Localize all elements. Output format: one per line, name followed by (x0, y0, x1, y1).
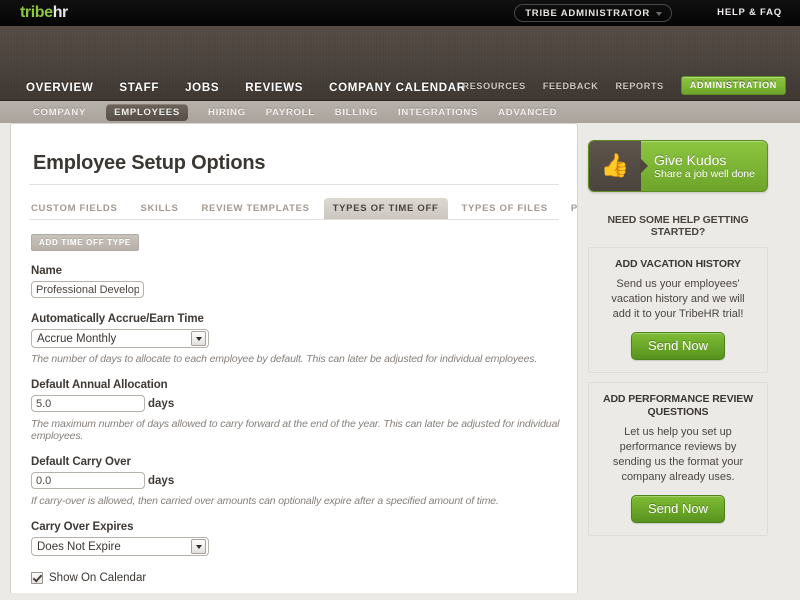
subnav-item-employees[interactable]: EMPLOYEES (106, 103, 188, 121)
annual-allocation-input[interactable] (31, 395, 145, 413)
carry-over-row: days (31, 472, 577, 490)
sub-nav-items: COMPANY EMPLOYEES HIRING PAYROLL BILLING… (33, 103, 557, 121)
logo-text-hr: hr (52, 4, 69, 21)
add-performance-review-send-button[interactable]: Send Now (631, 495, 725, 523)
main-nav-secondary-items: RESOURCES FEEDBACK REPORTS ADMINISTRATIO… (463, 76, 786, 95)
nav-item-company-calendar[interactable]: COMPANY CALENDAR (329, 82, 466, 94)
subnav-item-integrations[interactable]: INTEGRATIONS (398, 107, 478, 118)
subnav-item-payroll[interactable]: PAYROLL (266, 107, 315, 118)
time-off-type-form: Name Automatically Accrue/Earn Time Accr… (31, 265, 577, 593)
sub-nav-bar: COMPANY EMPLOYEES HIRING PAYROLL BILLING… (0, 101, 800, 123)
right-sidebar: 👍 Give Kudos Share a job well done NEED … (588, 140, 788, 536)
annual-allocation-label: Default Annual Allocation (31, 379, 168, 391)
give-kudos-button[interactable]: 👍 Give Kudos Share a job well done (588, 140, 768, 192)
main-nav-items: OVERVIEW STAFF JOBS REVIEWS COMPANY CALE… (26, 82, 466, 94)
help-faq-link[interactable]: HELP & FAQ (717, 7, 782, 18)
nav-item-reviews[interactable]: REVIEWS (245, 82, 303, 94)
tab-types-of-files[interactable]: TYPES OF FILES (460, 199, 550, 218)
carry-over-expires-value: Does Not Expire (37, 540, 121, 553)
give-kudos-subtitle: Share a job well done (654, 167, 755, 180)
give-kudos-title: Give Kudos (654, 151, 727, 168)
add-vacation-history-body: Send us your employees' vacation history… (611, 278, 745, 320)
accrue-hint: The number of days to allocate to each e… (31, 353, 538, 365)
annual-allocation-hint: The maximum number of days allowed to ca… (31, 418, 560, 442)
name-input[interactable] (31, 281, 144, 299)
add-performance-review-body: Let us help you set up performance revie… (612, 426, 744, 483)
thumbs-up-icon: 👍 (589, 141, 648, 191)
subnav-item-billing[interactable]: BILLING (335, 107, 378, 118)
account-menu-button[interactable]: TRIBE ADMINISTRATOR (514, 4, 672, 22)
page-title: Employee Setup Options (33, 152, 266, 174)
show-on-calendar-row[interactable]: Show On Calendar (31, 572, 577, 584)
tab-password-strength[interactable]: PASSWORD STRENGTH (569, 199, 577, 218)
nav-item-staff[interactable]: STAFF (119, 82, 159, 94)
tab-types-of-time-off[interactable]: TYPES OF TIME OFF (323, 198, 448, 219)
carry-over-expires-select[interactable]: Does Not Expire (31, 537, 209, 556)
chevron-down-icon (191, 539, 206, 554)
carry-over-unit: days (148, 474, 175, 487)
main-nav-bar: OVERVIEW STAFF JOBS REVIEWS COMPANY CALE… (0, 26, 800, 101)
account-menu-label: TRIBE ADMINISTRATOR (525, 7, 650, 19)
subnav-item-hiring[interactable]: HIRING (208, 107, 246, 118)
add-vacation-history-send-button[interactable]: Send Now (631, 332, 725, 360)
tab-review-templates[interactable]: REVIEW TEMPLATES (200, 199, 312, 218)
setup-tabs: CUSTOM FIELDS SKILLS REVIEW TEMPLATES TY… (29, 198, 577, 219)
subnav-item-advanced[interactable]: ADVANCED (498, 107, 557, 118)
accrue-label: Automatically Accrue/Earn Time (31, 313, 204, 325)
add-vacation-history-card: ADD VACATION HISTORY Send us your employ… (588, 247, 768, 373)
nav-item-reports[interactable]: REPORTS (615, 81, 663, 91)
help-heading: NEED SOME HELP GETTING STARTED? (607, 214, 749, 238)
add-performance-review-title: ADD PERFORMANCE REVIEW QUESTIONS (602, 393, 754, 418)
accrue-select[interactable]: Accrue Monthly (31, 329, 209, 348)
add-time-off-type-button[interactable]: ADD TIME OFF TYPE (31, 234, 139, 251)
give-kudos-text: Give Kudos Share a job well done (641, 152, 755, 181)
carry-over-expires-label: Carry Over Expires (31, 521, 134, 533)
tabs-divider (29, 219, 559, 220)
add-vacation-history-title: ADD VACATION HISTORY (615, 258, 741, 270)
carry-over-label: Default Carry Over (31, 456, 131, 468)
nav-item-feedback[interactable]: FEEDBACK (543, 81, 599, 91)
nav-item-administration[interactable]: ADMINISTRATION (680, 76, 786, 95)
nav-item-jobs[interactable]: JOBS (185, 82, 219, 94)
nav-item-resources[interactable]: RESOURCES (463, 81, 526, 91)
tribehr-logo[interactable]: tribehr (20, 4, 68, 22)
logo-text-tribe: tribe (20, 4, 53, 21)
annual-allocation-row: days (31, 395, 577, 413)
accrue-select-value: Accrue Monthly (37, 332, 117, 345)
chevron-down-icon (191, 331, 206, 346)
top-bar: tribehr TRIBE ADMINISTRATOR HELP & FAQ (0, 0, 800, 26)
chevron-down-icon (656, 12, 662, 16)
nav-item-overview[interactable]: OVERVIEW (26, 82, 93, 94)
name-label: Name (31, 265, 62, 277)
subnav-item-company[interactable]: COMPANY (33, 107, 86, 118)
tab-custom-fields[interactable]: CUSTOM FIELDS (29, 199, 120, 218)
show-on-calendar-label: Show On Calendar (49, 572, 147, 584)
show-on-calendar-checkbox[interactable] (31, 572, 43, 584)
title-divider (29, 184, 559, 185)
tab-skills[interactable]: SKILLS (139, 199, 181, 218)
carry-over-input[interactable] (31, 472, 145, 490)
main-content-panel: Employee Setup Options CUSTOM FIELDS SKI… (10, 123, 578, 593)
carry-over-hint: If carry-over is allowed, then carried o… (31, 495, 499, 507)
add-performance-review-card: ADD PERFORMANCE REVIEW QUESTIONS Let us … (588, 382, 768, 536)
annual-allocation-unit: days (148, 397, 175, 410)
